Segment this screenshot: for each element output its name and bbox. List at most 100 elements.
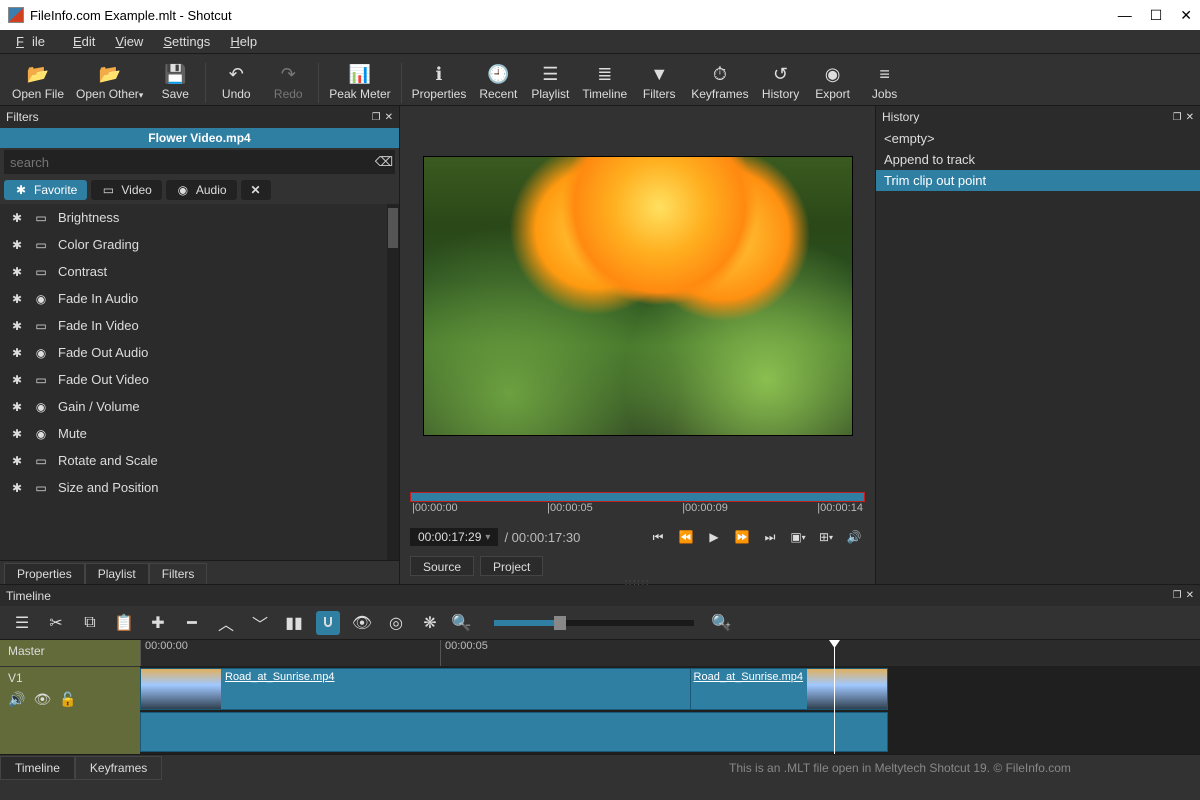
toolbar-timeline[interactable]: ≣Timeline — [578, 61, 631, 103]
paste-button[interactable]: 📋 — [112, 611, 136, 635]
menu-help[interactable]: Help — [222, 32, 265, 51]
toolbar-undo[interactable]: ↶Undo — [212, 61, 260, 103]
timeline-master-header[interactable]: Master — [0, 640, 140, 666]
timeline-undock-icon[interactable]: ❐ — [1173, 590, 1182, 601]
timeline-tracks-area[interactable]: 00:00:0000:00:05 Road_at_Sunrise.mp4Road… — [140, 640, 1200, 754]
search-clear-icon[interactable]: ⌫ — [373, 154, 395, 170]
filter-item[interactable]: ✱▭Fade Out Video — [0, 366, 399, 393]
volume-button[interactable]: 🔊 — [843, 526, 865, 548]
overwrite-button[interactable]: ﹀ — [248, 611, 272, 635]
preview-scrubber[interactable]: ▶ ◀ |00:00:00|00:00:05|00:00:09|00:00:14 — [410, 492, 865, 520]
filter-scrollbar[interactable] — [387, 204, 399, 560]
timeline-menu-button[interactable]: ☰ — [10, 611, 34, 635]
filter-item[interactable]: ✱◉Fade In Audio — [0, 285, 399, 312]
filter-item[interactable]: ✱◉Fade Out Audio — [0, 339, 399, 366]
append-button[interactable]: ✚ — [146, 611, 170, 635]
category-audio[interactable]: ◉Audio — [166, 180, 237, 200]
history-undock-icon[interactable]: ❐ — [1173, 112, 1182, 123]
scrub-drag-button[interactable]: 👁 — [350, 611, 374, 635]
filter-item[interactable]: ✱▭Fade In Video — [0, 312, 399, 339]
cut-button[interactable]: ✂ — [44, 611, 68, 635]
history-item[interactable]: <empty> — [876, 128, 1200, 149]
toolbar-playlist[interactable]: ☰Playlist — [526, 61, 574, 103]
toolbar-redo[interactable]: ↷Redo — [264, 61, 312, 103]
rewind-button[interactable]: ⏪ — [675, 526, 697, 548]
timecode-display[interactable]: 00:00:17:29▾ — [410, 528, 498, 546]
split-button[interactable]: ▮▮ — [282, 611, 306, 635]
menu-edit[interactable]: Edit — [65, 32, 103, 51]
remove-button[interactable]: ━ — [180, 611, 204, 635]
toolbar-peak-meter[interactable]: 📊Peak Meter — [325, 61, 394, 103]
toolbar-jobs[interactable]: ≡Jobs — [861, 61, 909, 103]
history-list: <empty>Append to trackTrim clip out poin… — [876, 128, 1200, 584]
filter-item[interactable]: ✱▭Brightness — [0, 204, 399, 231]
audio-icon: ◉ — [176, 183, 190, 197]
skip-end-button[interactable]: ⏭ — [759, 526, 781, 548]
filter-item[interactable]: ✱◉Gain / Volume — [0, 393, 399, 420]
history-close-icon[interactable]: ✕ — [1186, 112, 1194, 123]
bottom-tab-keyframes[interactable]: Keyframes — [75, 756, 162, 780]
snap-button[interactable] — [316, 611, 340, 635]
bottom-tab-timeline[interactable]: Timeline — [0, 756, 75, 780]
history-item[interactable]: Append to track — [876, 149, 1200, 170]
timeline-close-icon[interactable]: ✕ — [1186, 590, 1194, 601]
zoom-slider[interactable] — [494, 620, 694, 626]
toolbar-history[interactable]: ↺History — [757, 61, 805, 103]
track-hide-icon[interactable]: 👁 — [33, 691, 51, 708]
zoom-in-button[interactable]: 🔍+ — [712, 611, 736, 635]
filter-item[interactable]: ✱▭Size and Position — [0, 474, 399, 501]
toolbar-recent[interactable]: 🕘Recent — [474, 61, 522, 103]
filters-panel-title: Filters — [6, 110, 39, 124]
toolbar-save[interactable]: 💾Save — [151, 61, 199, 103]
menu-settings[interactable]: Settings — [155, 32, 218, 51]
fast-forward-button[interactable]: ⏩ — [731, 526, 753, 548]
toolbar-keyframes[interactable]: ⏱Keyframes — [687, 61, 752, 103]
toolbar-export[interactable]: ◉Export — [809, 61, 857, 103]
video-type-icon: ▭ — [34, 319, 48, 333]
category-video[interactable]: ▭Video — [91, 180, 161, 200]
ripple-button[interactable]: ◎ — [384, 611, 408, 635]
toolbar-open-other[interactable]: 📂Open Other▾ — [72, 61, 147, 103]
track-mute-icon[interactable]: 🔊 — [8, 691, 25, 708]
filter-search-input[interactable] — [4, 155, 373, 170]
transport-bar: 00:00:17:29▾ / 00:00:17:30 ⏮ ⏪ ▶ ⏩ ⏭ ▣▾ … — [410, 520, 865, 554]
toolbar-filters[interactable]: ▼Filters — [635, 61, 683, 103]
panel-tab-playlist[interactable]: Playlist — [85, 563, 149, 584]
skip-start-button[interactable]: ⏮ — [647, 526, 669, 548]
timeline-track-header[interactable]: V1 🔊 👁 🔓 — [0, 666, 140, 754]
timeline-clip[interactable]: Road_at_Sunrise.mp4 — [690, 668, 888, 710]
star-icon: ✱ — [10, 211, 24, 225]
close-button[interactable]: ✕ — [1180, 7, 1192, 24]
category-close-button[interactable]: ✕ — [241, 180, 271, 200]
zoom-fit-button[interactable]: ▣▾ — [787, 526, 809, 548]
maximize-button[interactable]: ☐ — [1150, 7, 1163, 24]
menu-view[interactable]: View — [107, 32, 151, 51]
menu-file[interactable]: File — [8, 32, 61, 51]
filter-item[interactable]: ✱▭Contrast — [0, 258, 399, 285]
minimize-button[interactable]: — — [1118, 7, 1132, 24]
tab-project[interactable]: Project — [480, 556, 543, 576]
toolbar-properties[interactable]: ℹProperties — [408, 61, 471, 103]
zoom-out-button[interactable]: 🔍− — [452, 611, 476, 635]
play-button[interactable]: ▶ — [703, 526, 725, 548]
filter-item[interactable]: ✱◉Mute — [0, 420, 399, 447]
filters-close-icon[interactable]: ✕ — [385, 112, 393, 123]
ripple-all-button[interactable]: ❋ — [418, 611, 442, 635]
track-lock-icon[interactable]: 🔓 — [59, 691, 76, 708]
timeline-playhead[interactable] — [834, 640, 835, 754]
lift-button[interactable]: ︿ — [214, 611, 238, 635]
grid-button[interactable]: ⊞▾ — [815, 526, 837, 548]
star-icon: ✱ — [10, 238, 24, 252]
toolbar-open-file[interactable]: 📂Open File — [8, 61, 68, 103]
category-favorite[interactable]: ✱Favorite — [4, 180, 87, 200]
panel-tab-properties[interactable]: Properties — [4, 563, 85, 584]
filter-item[interactable]: ✱▭Color Grading — [0, 231, 399, 258]
history-item[interactable]: Trim clip out point — [876, 170, 1200, 191]
timeline-ruler[interactable]: 00:00:0000:00:05 — [140, 640, 1200, 666]
timeline-clip-lower[interactable] — [140, 712, 888, 752]
filter-item[interactable]: ✱▭Rotate and Scale — [0, 447, 399, 474]
panel-tab-filters[interactable]: Filters — [149, 563, 208, 584]
tab-source[interactable]: Source — [410, 556, 474, 576]
filters-undock-icon[interactable]: ❐ — [372, 112, 381, 123]
copy-button[interactable]: ⧉ — [78, 611, 102, 635]
